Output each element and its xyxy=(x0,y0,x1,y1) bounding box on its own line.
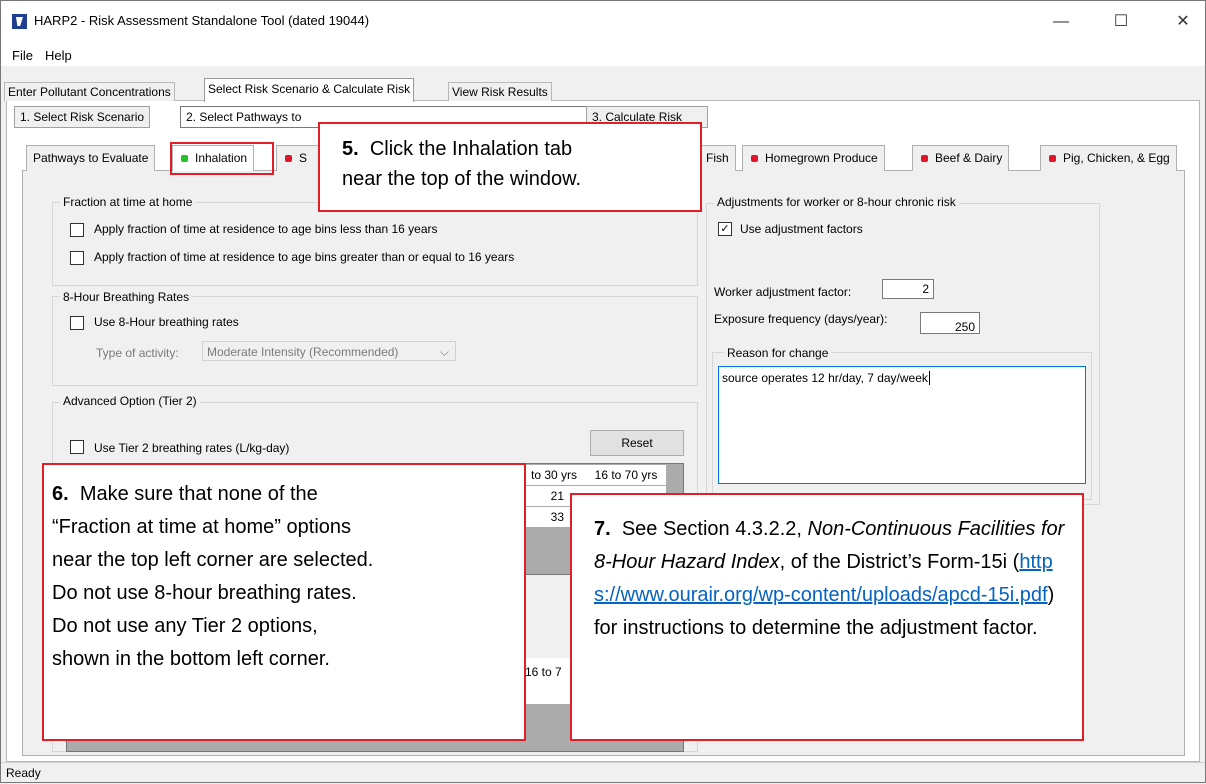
tab-pig-chicken-egg[interactable]: Pig, Chicken, & Egg xyxy=(1040,145,1177,171)
exposure-frequency-label: Exposure frequency (days/year): xyxy=(714,312,888,326)
window-title: HARP2 - Risk Assessment Standalone Tool … xyxy=(34,13,370,28)
activity-type-label: Type of activity: xyxy=(96,346,179,360)
tier2-group-label: Advanced Option (Tier 2) xyxy=(60,394,200,408)
callout-6-line4: Do not use 8-hour breathing rates. xyxy=(52,582,357,604)
callout-step-6: 6. Make sure that none of the “Fraction … xyxy=(42,463,526,741)
use-adjustment-label: Use adjustment factors xyxy=(740,222,863,236)
worker-factor-input[interactable]: 2 xyxy=(882,279,934,299)
callout-7-text2: , of the District’s Form-15i ( xyxy=(779,551,1020,573)
activity-type-value: Moderate Intensity (Recommended) xyxy=(207,345,399,359)
subtab-select-risk-scenario[interactable]: 1. Select Risk Scenario xyxy=(14,106,151,128)
status-red-icon xyxy=(751,154,758,162)
status-red-icon xyxy=(1049,154,1056,162)
adjustments-group-label: Adjustments for worker or 8-hour chronic… xyxy=(714,195,959,209)
tab-select-risk-scenario[interactable]: Select Risk Scenario & Calculate Risk xyxy=(204,78,415,102)
tab-beef-dairy[interactable]: Beef & Dairy xyxy=(912,145,1010,171)
use-8hr-breathing-checkbox[interactable] xyxy=(70,316,84,330)
tab-pig-label: Pig, Chicken, & Egg xyxy=(1063,151,1170,165)
callout-step-7: 7. See Section 4.3.2.2, Non-Continuous F… xyxy=(570,493,1084,741)
status-bar xyxy=(0,762,1206,784)
breathing-group-label: 8-Hour Breathing Rates xyxy=(60,290,193,304)
worker-factor-label: Worker adjustment factor: xyxy=(714,285,852,299)
menu-bar xyxy=(0,44,1206,66)
tab-produce-label: Homegrown Produce xyxy=(765,151,878,165)
tab-fish[interactable]: Fish xyxy=(700,145,736,171)
tab-beef-label: Beef & Dairy xyxy=(935,151,1003,165)
callout-6-line1: Make sure that none of the xyxy=(79,483,318,505)
grid-header-16to70: 16 to 70 yrs xyxy=(586,465,666,485)
exposure-frequency-input[interactable]: 250 xyxy=(920,312,980,334)
menu-help[interactable]: Help xyxy=(45,48,72,63)
tab-soil-label: S xyxy=(299,151,308,165)
callout-5-number: 5. xyxy=(342,138,359,160)
callout-step-5: 5. Click the Inhalation tab near the top… xyxy=(318,122,702,212)
tab-fish-label: Fish xyxy=(706,151,729,165)
callout-5-line2: near the top of the window. xyxy=(342,168,582,190)
fraction-group-label: Fraction at time at home xyxy=(60,195,196,209)
fraction-group xyxy=(52,202,698,286)
text-cursor xyxy=(928,371,930,385)
status-red-icon xyxy=(285,154,292,162)
reason-text: source operates 12 hr/day, 7 day/week xyxy=(722,371,928,385)
status-red-icon xyxy=(921,154,928,162)
chevron-down-icon: ⌵ xyxy=(439,345,449,359)
use-tier2-checkbox[interactable] xyxy=(70,440,84,454)
minimize-button[interactable]: — xyxy=(1038,6,1084,38)
fraction-ge16-label: Apply fraction of time at residence to a… xyxy=(94,250,515,264)
callout-6-line6: shown in the bottom left corner. xyxy=(52,648,330,670)
fraction-lt16-label: Apply fraction of time at residence to a… xyxy=(94,222,438,236)
fraction-lt16-checkbox[interactable] xyxy=(70,223,84,237)
use-8hr-breathing-label: Use 8-Hour breathing rates xyxy=(94,315,239,329)
callout-7-number: 7. xyxy=(594,518,611,540)
tab-homegrown-produce[interactable]: Homegrown Produce xyxy=(742,145,885,171)
reason-group-label: Reason for change xyxy=(724,346,832,360)
menu-file[interactable]: File xyxy=(12,48,33,63)
fraction-ge16-checkbox[interactable] xyxy=(70,251,84,265)
use-adjustment-checkbox[interactable]: ✓ xyxy=(718,222,732,236)
close-button[interactable]: ✕ xyxy=(1160,6,1206,38)
grid-header-to30: to 30 yrs xyxy=(522,465,587,485)
maximize-button[interactable]: ☐ xyxy=(1098,6,1144,38)
callout-6-number: 6. xyxy=(52,483,69,505)
callout-5-line1: Click the Inhalation tab xyxy=(369,138,573,160)
use-tier2-label: Use Tier 2 breathing rates (L/kg-day) xyxy=(94,441,290,455)
activity-type-select[interactable]: Moderate Intensity (Recommended) ⌵ xyxy=(202,341,456,361)
status-text: Ready xyxy=(6,766,41,780)
callout-6-line2: “Fraction at time at home” options xyxy=(52,516,352,538)
callout-6-line3: near the top left corner are selected. xyxy=(52,549,374,571)
tab-enter-pollutant-concentrations[interactable]: Enter Pollutant Concentrations xyxy=(4,82,175,101)
callout-6-line5: Do not use any Tier 2 options, xyxy=(52,615,318,637)
callout-7-text1: See Section 4.3.2.2, xyxy=(621,518,808,540)
tab-pathways-to-evaluate[interactable]: Pathways to Evaluate xyxy=(26,145,156,171)
grid-lower-header-16to7: 16 to 7 xyxy=(525,665,562,679)
tab-view-risk-results[interactable]: View Risk Results xyxy=(448,82,552,101)
reason-textarea[interactable]: source operates 12 hr/day, 7 day/week xyxy=(718,366,1086,484)
inhalation-highlight xyxy=(170,142,274,175)
reset-button[interactable]: Reset xyxy=(590,430,684,456)
app-icon xyxy=(12,14,27,29)
